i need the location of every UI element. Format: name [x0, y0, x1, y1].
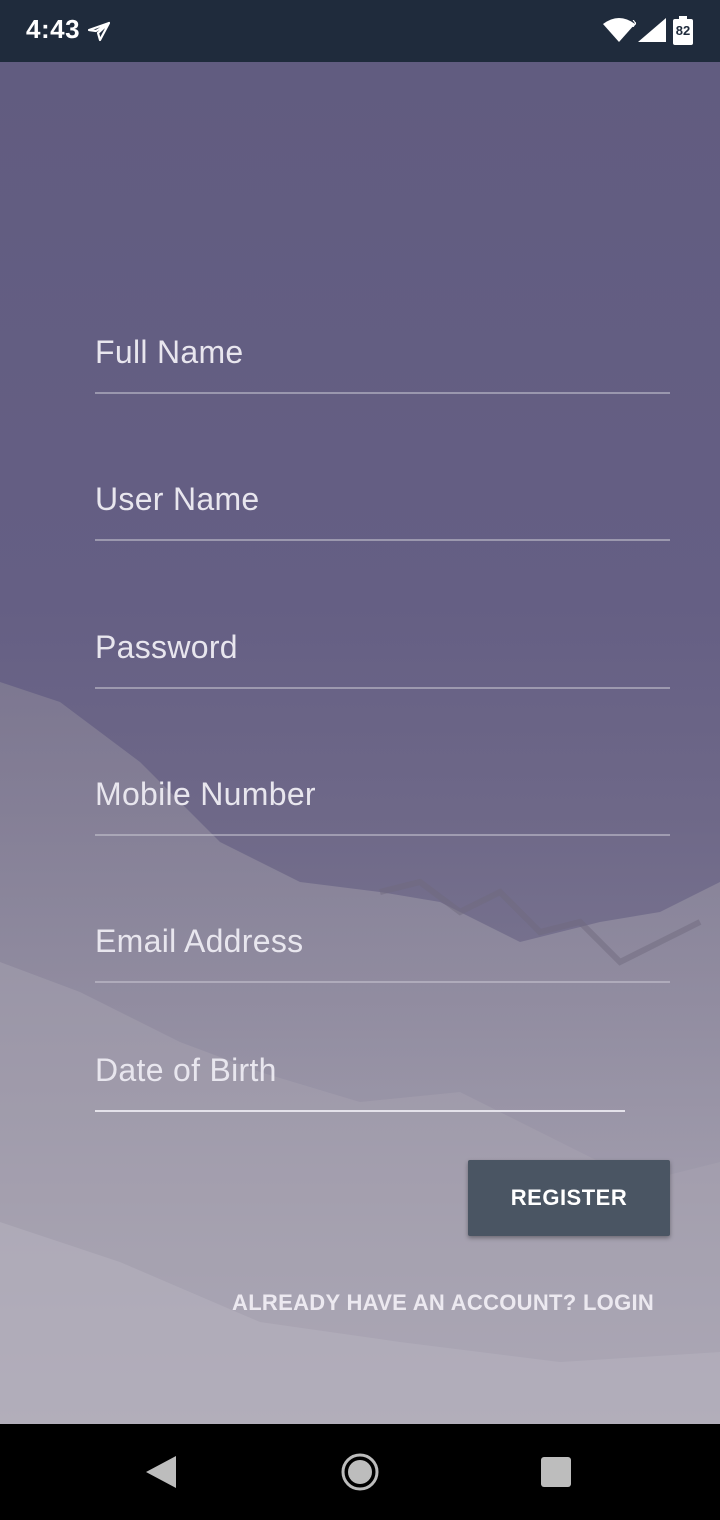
recents-icon[interactable]: [540, 1456, 572, 1488]
signal-icon: [638, 18, 666, 42]
mobile-number-underline: [95, 834, 670, 836]
user-name-placeholder: User Name: [95, 481, 260, 517]
status-bar: 4:43 x 82: [0, 0, 720, 62]
full-name-underline: [95, 392, 670, 394]
navigation-bar: [0, 1424, 720, 1520]
date-of-birth-field[interactable]: Date of Birth: [95, 1052, 670, 1112]
login-link[interactable]: ALREADY HAVE AN ACCOUNT? LOGIN: [232, 1290, 654, 1316]
password-placeholder: Password: [95, 629, 238, 665]
register-button[interactable]: REGISTER: [468, 1160, 670, 1236]
back-icon[interactable]: [144, 1454, 178, 1490]
register-screen: 4:43 x 82 Full Name User Name Password M…: [0, 0, 720, 1520]
status-time: 4:43: [26, 14, 81, 44]
wifi-icon: x: [603, 16, 636, 42]
full-name-placeholder: Full Name: [95, 334, 244, 370]
password-field[interactable]: Password: [95, 629, 670, 689]
register-form-area: Full Name User Name Password Mobile Numb…: [0, 62, 720, 1424]
mobile-number-placeholder: Mobile Number: [95, 776, 316, 812]
battery-level: 82: [675, 23, 691, 38]
email-address-underline: [95, 981, 670, 983]
mobile-number-field[interactable]: Mobile Number: [95, 776, 670, 836]
email-address-placeholder: Email Address: [95, 923, 304, 959]
password-underline: [95, 687, 670, 689]
send-icon: [88, 21, 110, 42]
date-of-birth-underline: [95, 1110, 625, 1112]
home-icon[interactable]: [340, 1452, 380, 1492]
email-address-field[interactable]: Email Address: [95, 923, 670, 983]
user-name-field[interactable]: User Name: [95, 481, 670, 541]
user-name-underline: [95, 539, 670, 541]
full-name-field[interactable]: Full Name: [95, 334, 670, 394]
date-of-birth-placeholder: Date of Birth: [95, 1052, 277, 1088]
